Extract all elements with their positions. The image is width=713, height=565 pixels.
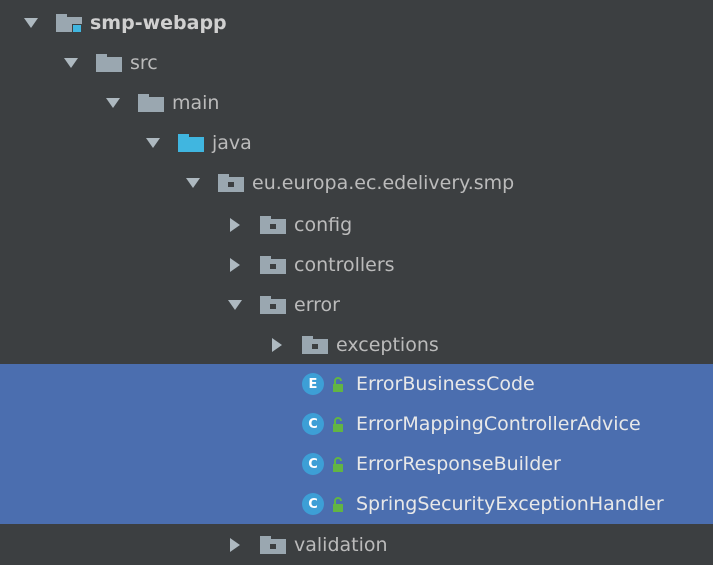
tree-node-package-root[interactable]: eu.europa.ec.edelivery.smp — [0, 163, 713, 203]
expand-arrow-right-icon[interactable] — [228, 218, 242, 232]
module-folder-icon — [56, 13, 82, 33]
class-icon: C — [302, 413, 324, 435]
tree-node-label: eu.europa.ec.edelivery.smp — [252, 172, 515, 194]
tree-node-main[interactable]: main — [0, 83, 713, 123]
package-icon — [302, 335, 328, 355]
tree-node-label: src — [130, 52, 158, 74]
expand-arrow-down-icon[interactable] — [146, 136, 160, 150]
expand-arrow-right-icon[interactable] — [228, 258, 242, 272]
class-icon: C — [302, 493, 324, 515]
tree-node-controllers[interactable]: controllers — [0, 245, 713, 285]
source-root-folder-icon — [178, 133, 204, 153]
expand-arrow-down-icon[interactable] — [106, 96, 120, 110]
tree-node-validation[interactable]: validation — [0, 525, 713, 565]
class-icon: C — [302, 453, 324, 475]
folder-icon — [96, 53, 122, 73]
expand-arrow-down-icon[interactable] — [228, 298, 242, 312]
tree-node-label: error — [294, 294, 340, 316]
tree-node-src[interactable]: src — [0, 43, 713, 83]
tree-node-label: java — [212, 132, 252, 154]
lock-icon — [332, 416, 344, 432]
project-tree: smp-webapp src main java eu.europa.ec.ed… — [0, 0, 713, 565]
package-icon — [260, 255, 286, 275]
lock-icon — [332, 456, 344, 472]
tree-node-label: main — [172, 92, 220, 114]
tree-node-label: validation — [294, 534, 388, 556]
expand-arrow-down-icon[interactable] — [186, 176, 200, 190]
expand-arrow-down-icon[interactable] — [24, 16, 38, 30]
tree-node-config[interactable]: config — [0, 205, 713, 245]
tree-node-label: ErrorMappingControllerAdvice — [356, 413, 641, 435]
lock-icon — [332, 376, 344, 392]
tree-node-label: config — [294, 214, 353, 236]
expand-arrow-down-icon[interactable] — [64, 56, 78, 70]
tree-node-label: exceptions — [336, 334, 439, 356]
expand-arrow-right-icon[interactable] — [228, 538, 242, 552]
tree-node-exceptions[interactable]: exceptions — [0, 325, 713, 365]
lock-icon — [332, 496, 344, 512]
package-icon — [260, 215, 286, 235]
tree-node-file[interactable]: C SpringSecurityExceptionHandler — [0, 484, 713, 524]
tree-node-label: SpringSecurityExceptionHandler — [356, 493, 664, 515]
tree-node-label: controllers — [294, 254, 395, 276]
tree-node-error[interactable]: error — [0, 285, 713, 325]
expand-arrow-right-icon[interactable] — [270, 338, 284, 352]
tree-node-smp-webapp[interactable]: smp-webapp — [0, 3, 713, 43]
folder-icon — [138, 93, 164, 113]
tree-node-label: ErrorResponseBuilder — [356, 453, 561, 475]
package-icon — [260, 535, 286, 555]
tree-node-file[interactable]: C ErrorMappingControllerAdvice — [0, 404, 713, 444]
tree-node-file[interactable]: E ErrorBusinessCode — [0, 364, 713, 404]
tree-node-java[interactable]: java — [0, 123, 713, 163]
enum-icon: E — [302, 373, 324, 395]
tree-node-file[interactable]: C ErrorResponseBuilder — [0, 444, 713, 484]
tree-node-label: ErrorBusinessCode — [356, 373, 535, 395]
package-icon — [260, 295, 286, 315]
package-icon — [218, 173, 244, 193]
tree-node-label: smp-webapp — [90, 12, 227, 34]
